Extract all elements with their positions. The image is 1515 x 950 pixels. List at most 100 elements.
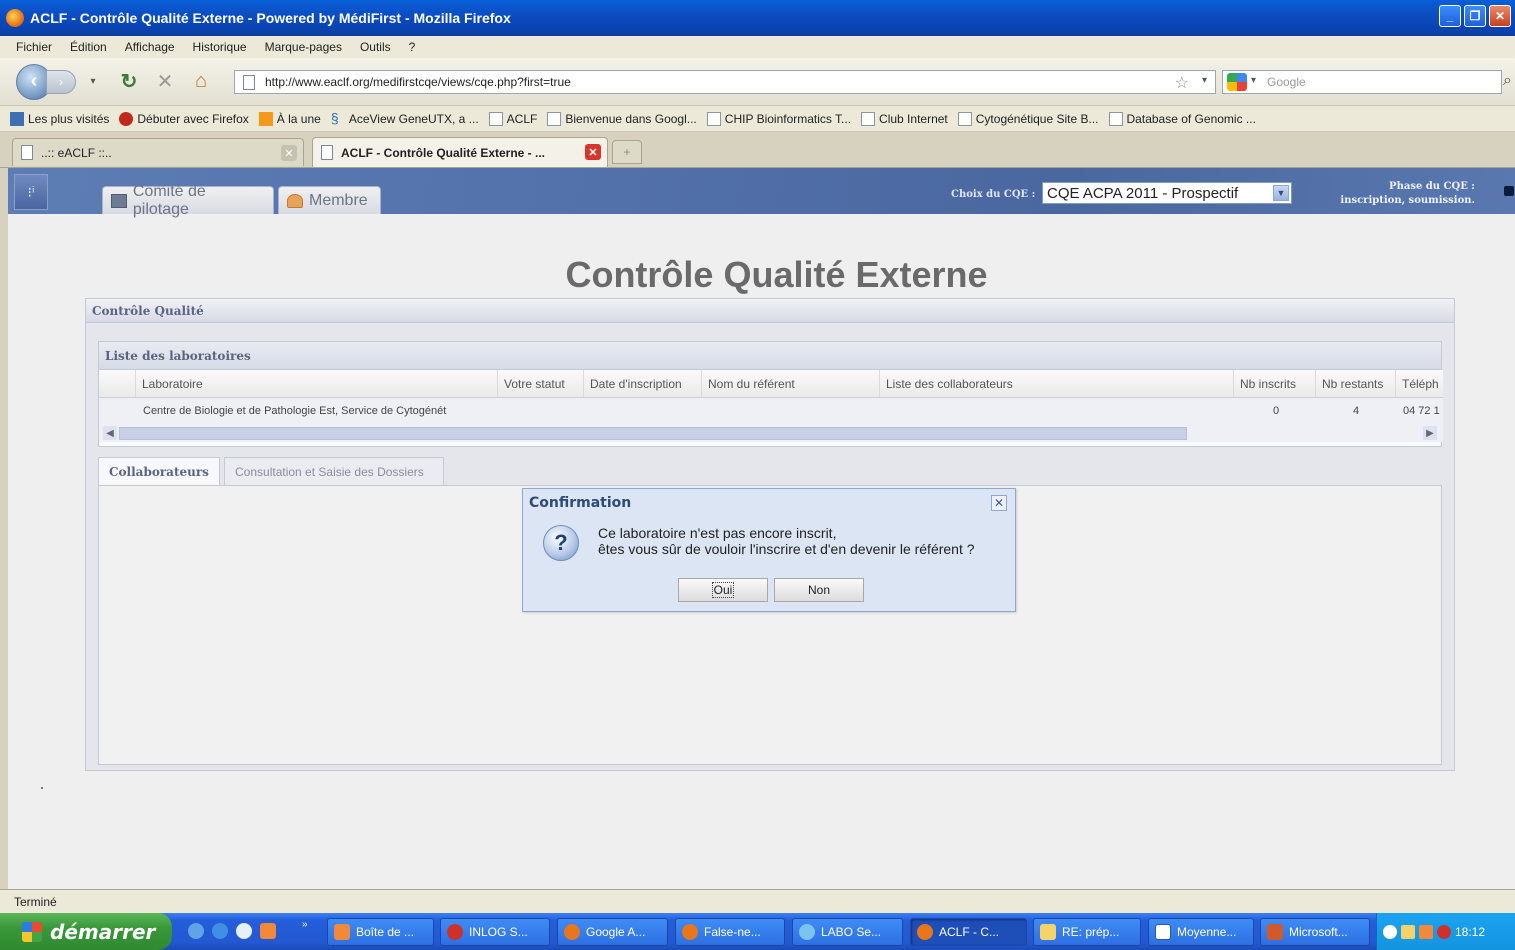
app-header: ⁝ⁱ Comité de pilotage Membre Choix du CQ… [8, 168, 1515, 218]
chevron-down-icon[interactable]: ▼ [1273, 185, 1289, 201]
forward-button[interactable]: › [46, 69, 76, 94]
google-icon[interactable] [1227, 73, 1247, 91]
menu-edition[interactable]: Édition [70, 40, 107, 54]
new-tab-button[interactable]: + [612, 140, 642, 164]
taskbar-item[interactable]: Google A... [557, 918, 668, 946]
bookmark-item[interactable]: Bienvenue dans Googl... [547, 111, 697, 126]
ie-icon[interactable] [188, 923, 204, 939]
app-logo-icon[interactable]: ⁝ⁱ [14, 174, 48, 210]
page-icon [1108, 111, 1123, 126]
taskbar-item[interactable]: LABO Se... [792, 918, 903, 946]
browser-tab-strip: ..:: eACLF ::.. ✕ ACLF - Contrôle Qualit… [0, 132, 1515, 168]
column-header[interactable]: Date d'inscription [583, 370, 701, 397]
windows-flag-icon [22, 921, 42, 942]
maximize-button[interactable]: ❐ [1464, 5, 1486, 27]
search-bar[interactable]: ▾ Google [1222, 70, 1502, 94]
taskbar-item[interactable]: Moyenne... [1148, 918, 1254, 946]
page-icon [321, 145, 333, 160]
non-button[interactable]: Non [774, 578, 864, 602]
search-placeholder: Google [1267, 75, 1306, 89]
column-header[interactable]: Téléph [1395, 370, 1443, 397]
taskbar-item[interactable]: INLOG S... [440, 918, 550, 946]
tab-collaborateurs[interactable]: Collaborateurs [98, 457, 220, 485]
minimize-button[interactable]: _ [1439, 5, 1461, 27]
menu-help[interactable]: ? [409, 40, 416, 54]
outlook-icon[interactable] [260, 923, 276, 939]
browser-tab-eaclf[interactable]: ..:: eACLF ::.. ✕ [12, 138, 304, 166]
taskbar-item[interactable]: RE: prép... [1033, 918, 1141, 946]
screen-icon [111, 193, 127, 208]
browser-icon[interactable] [212, 923, 228, 939]
search-icon[interactable]: ⌕ [1503, 72, 1512, 90]
bookmark-item[interactable]: § AceView GeneUTX, a ... [331, 111, 479, 126]
system-tray: 18:12 [1376, 913, 1515, 950]
tab-close-icon[interactable]: ✕ [281, 145, 297, 161]
tab-close-icon[interactable]: ✕ [585, 144, 601, 160]
column-header[interactable]: Votre statut [497, 370, 583, 397]
status-bar: Terminé [0, 889, 1515, 913]
bookmark-item[interactable]: Les plus visités [10, 111, 109, 126]
scrollbar-thumb[interactable] [119, 427, 1187, 440]
bookmark-item[interactable]: Cytogénétique Site B... [957, 111, 1099, 126]
taskbar-item[interactable]: Microsoft... [1260, 918, 1370, 946]
column-header[interactable]: Nom du référent [701, 370, 879, 397]
cell-telephone: 04 72 1 [1403, 405, 1440, 417]
tab-comite-de-pilotage[interactable]: Comité de pilotage [102, 183, 274, 218]
menu-historique[interactable]: Historique [193, 40, 247, 54]
bookmark-item[interactable]: À la une [258, 111, 321, 126]
stop-icon[interactable]: ✕ [152, 69, 178, 95]
taskbar-item[interactable]: Boîte de ... [327, 918, 434, 946]
exit-icon[interactable] [1504, 186, 1514, 196]
scroll-left-icon[interactable]: ◀ [103, 426, 117, 440]
tab-membre[interactable]: Membre [278, 186, 381, 214]
url-bar[interactable]: http://www.eaclf.org/medifirstcqe/views/… [234, 70, 1216, 94]
table-row[interactable]: Centre de Biologie et de Pathologie Est,… [99, 398, 1443, 424]
history-dropdown-icon[interactable]: ▾ [80, 69, 106, 95]
url-dropdown-icon[interactable]: ▾ [1202, 75, 1207, 86]
scroll-right-icon[interactable]: ▶ [1423, 426, 1437, 440]
status-text: Terminé [14, 895, 57, 909]
tray-outlook-icon[interactable] [1419, 924, 1433, 939]
column-header[interactable]: Liste des collaborateurs [879, 370, 1233, 397]
bookmark-item[interactable]: Club Internet [861, 111, 948, 126]
cqe-select-label: Choix du CQE : [951, 189, 1036, 200]
menu-marque-pages[interactable]: Marque-pages [265, 40, 342, 54]
tray-app-icon[interactable] [1437, 924, 1451, 939]
column-header[interactable]: Laboratoire [135, 370, 497, 397]
cqe-select[interactable]: CQE ACPA 2011 - Prospectif ▼ [1042, 182, 1292, 204]
tray-mail-icon[interactable] [1401, 924, 1415, 939]
windows-taskbar: démarrer » Boîte de ... INLOG S... Googl… [0, 913, 1515, 950]
browser-tab-aclf[interactable]: ACLF - Contrôle Qualité Externe - ... ✕ [312, 137, 608, 167]
menu-fichier[interactable]: Fichier [16, 40, 52, 54]
bookmark-item[interactable]: ACLF [488, 111, 537, 126]
page-icon [547, 111, 562, 126]
bookmark-star-icon[interactable]: ☆ [1175, 73, 1189, 93]
oui-button[interactable]: Oui [678, 578, 768, 602]
firefox-icon [682, 924, 698, 940]
tray-arrow-icon[interactable] [1383, 924, 1397, 939]
app-icon [447, 924, 463, 940]
horizontal-scrollbar[interactable]: ◀ ▶ [99, 424, 1443, 442]
bookmark-item[interactable]: CHIP Bioinformatics T... [706, 111, 851, 126]
taskbar-item-active[interactable]: ACLF - C... [910, 918, 1027, 946]
menu-outils[interactable]: Outils [360, 40, 391, 54]
navigation-toolbar: ‹ › ▾ ↻ ✕ ⌂ http://www.eaclf.org/medifir… [0, 58, 1515, 106]
close-window-button[interactable]: ✕ [1489, 5, 1511, 27]
taskbar-item[interactable]: False-ne... [675, 918, 785, 946]
reload-icon[interactable]: ↻ [116, 69, 142, 95]
firefox-icon [564, 924, 580, 940]
home-icon[interactable]: ⌂ [188, 69, 214, 95]
bookmark-item[interactable]: Database of Genomic ... [1108, 111, 1256, 126]
menu-affichage[interactable]: Affichage [125, 40, 175, 54]
dialog-message: Ce laboratoire n'est pas encore inscrit,… [598, 525, 975, 557]
close-icon[interactable]: ✕ [991, 495, 1007, 511]
start-button[interactable]: démarrer [0, 913, 172, 950]
bookmark-item[interactable]: Débuter avec Firefox [119, 111, 249, 126]
column-header[interactable]: Nb inscrits [1233, 370, 1315, 397]
column-header[interactable]: Nb restants [1315, 370, 1395, 397]
page-icon [243, 75, 255, 90]
search-engine-dropdown-icon[interactable]: ▾ [1251, 75, 1256, 86]
tab-consultation-saisie[interactable]: Consultation et Saisie des Dossiers [224, 457, 444, 485]
media-icon[interactable] [236, 923, 252, 939]
quicklaunch-more-icon[interactable]: » [302, 919, 308, 930]
